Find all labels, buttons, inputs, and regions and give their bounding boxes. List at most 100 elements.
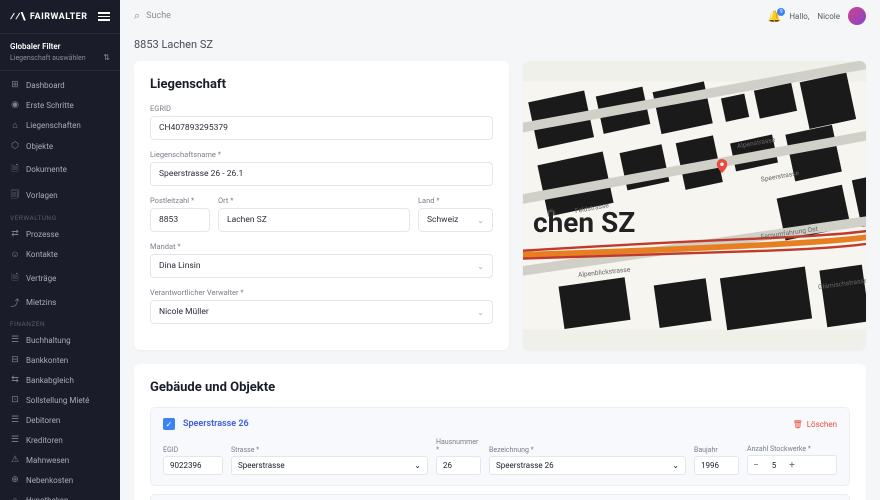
greeting: Hallo,: [789, 12, 809, 21]
mandant-label: Mandat *: [150, 242, 493, 251]
year-input[interactable]: 1996: [694, 456, 739, 475]
sidebar-item-kreditoren[interactable]: ☰Kreditoren: [0, 430, 120, 450]
egrid-label: EGRID: [150, 104, 493, 113]
nav-icon: ☰: [10, 435, 20, 445]
egrid-input[interactable]: CH407893295379: [150, 116, 493, 140]
logo-row: ⁄⁄\ FAIRWALTER: [0, 0, 120, 34]
zip-label: Postleitzahl *: [150, 196, 210, 205]
zip-input[interactable]: 8853: [150, 208, 210, 232]
global-filter[interactable]: Globaler Filter Liegenschaft auswählen ⇅: [0, 34, 120, 71]
app-logo[interactable]: ⁄⁄\ FAIRWALTER: [10, 10, 88, 23]
property-card: Liegenschaft EGRID CH407893295379 Liegen…: [134, 61, 509, 350]
egid-input[interactable]: 9022396: [163, 456, 223, 475]
chevron-down-icon: ⌄: [477, 262, 484, 271]
nav-icon: ⊡: [10, 395, 20, 405]
building-checkbox[interactable]: ✓: [163, 418, 175, 430]
sidebar-item-dashboard[interactable]: ⊞Dashboard: [0, 75, 120, 95]
nav-icon: ◉: [10, 100, 20, 110]
content: 8853 Lachen SZ Liegenschaft EGRID CH4078…: [120, 32, 880, 500]
sidebar-item-bankkonten[interactable]: ⊟Bankkonten: [0, 350, 120, 370]
sidebar-item-debitoren[interactable]: ☰Debitoren: [0, 410, 120, 430]
street-label: Strasse *: [231, 446, 428, 454]
nav-icon: ⌂: [10, 495, 20, 500]
nav-icon: ⤴: [10, 296, 20, 309]
mandant-select[interactable]: Dina Linsin⌄: [150, 254, 493, 278]
sidebar-item-vorlagen[interactable]: 🗐Vorlagen: [0, 182, 120, 208]
year-label: Baujahr: [694, 446, 739, 454]
delete-button[interactable]: 🗑 Löschen: [793, 420, 837, 429]
search-placeholder: Suche: [146, 11, 171, 21]
object-block: ✓ 3-Zi-Wohnung 1. OG 🗑 Löschen: [150, 494, 850, 500]
sidebar-item-verträge[interactable]: 🗎Verträge: [0, 265, 120, 291]
sidebar-item-liegenschaften[interactable]: ⌂Liegenschaften: [0, 115, 120, 136]
main: ⌕ Suche 🔔9 Hallo, Nicole 8853 Lachen SZ …: [120, 0, 880, 500]
chevron-down-icon: ⌄: [477, 216, 484, 225]
sidebar-item-mahnwesen[interactable]: ⚠Mahnwesen: [0, 450, 120, 470]
nav-icon: ⊞: [10, 80, 20, 90]
logo-mark-icon: ⁄⁄\: [10, 10, 26, 23]
name-input[interactable]: Speerstrasse 26 - 26.1: [150, 162, 493, 186]
sidebar-item-sollstellung-mieté[interactable]: ⊡Sollstellung Mieté: [0, 390, 120, 410]
street-select[interactable]: Speerstrasse⌄: [231, 456, 428, 475]
search-input[interactable]: ⌕ Suche: [134, 9, 758, 23]
stepper-minus[interactable]: −: [748, 456, 764, 474]
nav-icon: ⊕: [10, 475, 20, 485]
building-title[interactable]: Speerstrasse 26: [183, 419, 249, 429]
map-panel[interactable]: Feldstrasse Alpenblickstrasse Alpenstras…: [523, 61, 866, 350]
nav-icon: ⊟: [10, 355, 20, 365]
nav-icon: 🗎: [10, 270, 20, 286]
nav-icon: 🗎: [10, 161, 20, 177]
nav-group-verwaltung: VERWALTUNG: [0, 208, 120, 224]
floors-value: 5: [764, 461, 784, 470]
nav-icon: ⬡: [10, 141, 20, 151]
avatar[interactable]: [848, 7, 866, 25]
name-label: Liegenschaftsname *: [150, 150, 493, 159]
stepper-plus[interactable]: +: [784, 456, 800, 474]
sidebar-item-buchhaltung[interactable]: ☰Buchhaltung: [0, 330, 120, 350]
filter-title: Globaler Filter: [10, 42, 110, 51]
nav-icon: ☰: [10, 415, 20, 425]
houseno-input[interactable]: 26: [436, 456, 481, 475]
sidebar-item-dokumente[interactable]: 🗎Dokumente: [0, 156, 120, 182]
nav-icon: ☰: [10, 335, 20, 345]
buildings-section-title: Gebäude und Objekte: [150, 380, 850, 395]
nav-icon: ⚠: [10, 455, 20, 465]
menu-toggle-icon[interactable]: [98, 12, 110, 21]
user-name: Nicole: [817, 12, 840, 21]
search-icon: ⌕: [134, 9, 140, 23]
notification-icon[interactable]: 🔔9: [768, 10, 782, 23]
sidebar-item-objekte[interactable]: ⬡Objekte: [0, 136, 120, 156]
sidebar-item-hypotheken[interactable]: ⌂Hypotheken: [0, 490, 120, 500]
desc-select[interactable]: Speerstrasse 26⌄: [489, 456, 686, 475]
app-name: FAIRWALTER: [30, 12, 88, 22]
sidebar-item-mietzins[interactable]: ⤴Mietzins: [0, 291, 120, 314]
nav-icon: ⌂: [10, 120, 20, 131]
sidebar-item-kontakte[interactable]: ☺Kontakte: [0, 244, 120, 265]
map-place-label: chen SZ: [533, 206, 635, 239]
topbar: ⌕ Suche 🔔9 Hallo, Nicole: [120, 0, 880, 32]
map-pin-icon: [715, 159, 729, 173]
nav-group-finanzen: FINANZEN: [0, 314, 120, 330]
egid-label: EGID: [163, 446, 223, 454]
floors-stepper[interactable]: − 5 +: [747, 455, 837, 475]
nav: ⊞Dashboard◉Erste Schritte⌂Liegenschaften…: [0, 71, 120, 500]
sidebar-item-bankabgleich[interactable]: ⇆Bankabgleich: [0, 370, 120, 390]
country-select[interactable]: Schweiz⌄: [418, 208, 493, 232]
nav-icon: ⇄: [10, 229, 20, 239]
chevron-updown-icon: ⇅: [103, 53, 110, 62]
sidebar-item-prozesse[interactable]: ⇄Prozesse: [0, 224, 120, 244]
sidebar-item-erste-schritte[interactable]: ◉Erste Schritte: [0, 95, 120, 115]
sidebar-item-nebenkosten[interactable]: ⊕Nebenkosten: [0, 470, 120, 490]
page-title: 8853 Lachen SZ: [134, 32, 866, 61]
manager-select[interactable]: Nicole Müller⌄: [150, 300, 493, 324]
notification-badge: 9: [777, 8, 785, 16]
houseno-label: Hausnummer *: [436, 438, 481, 454]
nav-icon: ☺: [10, 249, 20, 260]
sidebar: ⁄⁄\ FAIRWALTER Globaler Filter Liegensch…: [0, 0, 120, 500]
buildings-card: Gebäude und Objekte ✓ Speerstrasse 26 🗑 …: [134, 364, 866, 500]
chevron-down-icon: ⌄: [477, 308, 484, 317]
city-input[interactable]: Lachen SZ: [218, 208, 410, 232]
filter-sub: Liegenschaft auswählen ⇅: [10, 53, 110, 62]
manager-label: Verantwortlicher Verwalter *: [150, 288, 493, 297]
property-section-title: Liegenschaft: [150, 77, 493, 92]
